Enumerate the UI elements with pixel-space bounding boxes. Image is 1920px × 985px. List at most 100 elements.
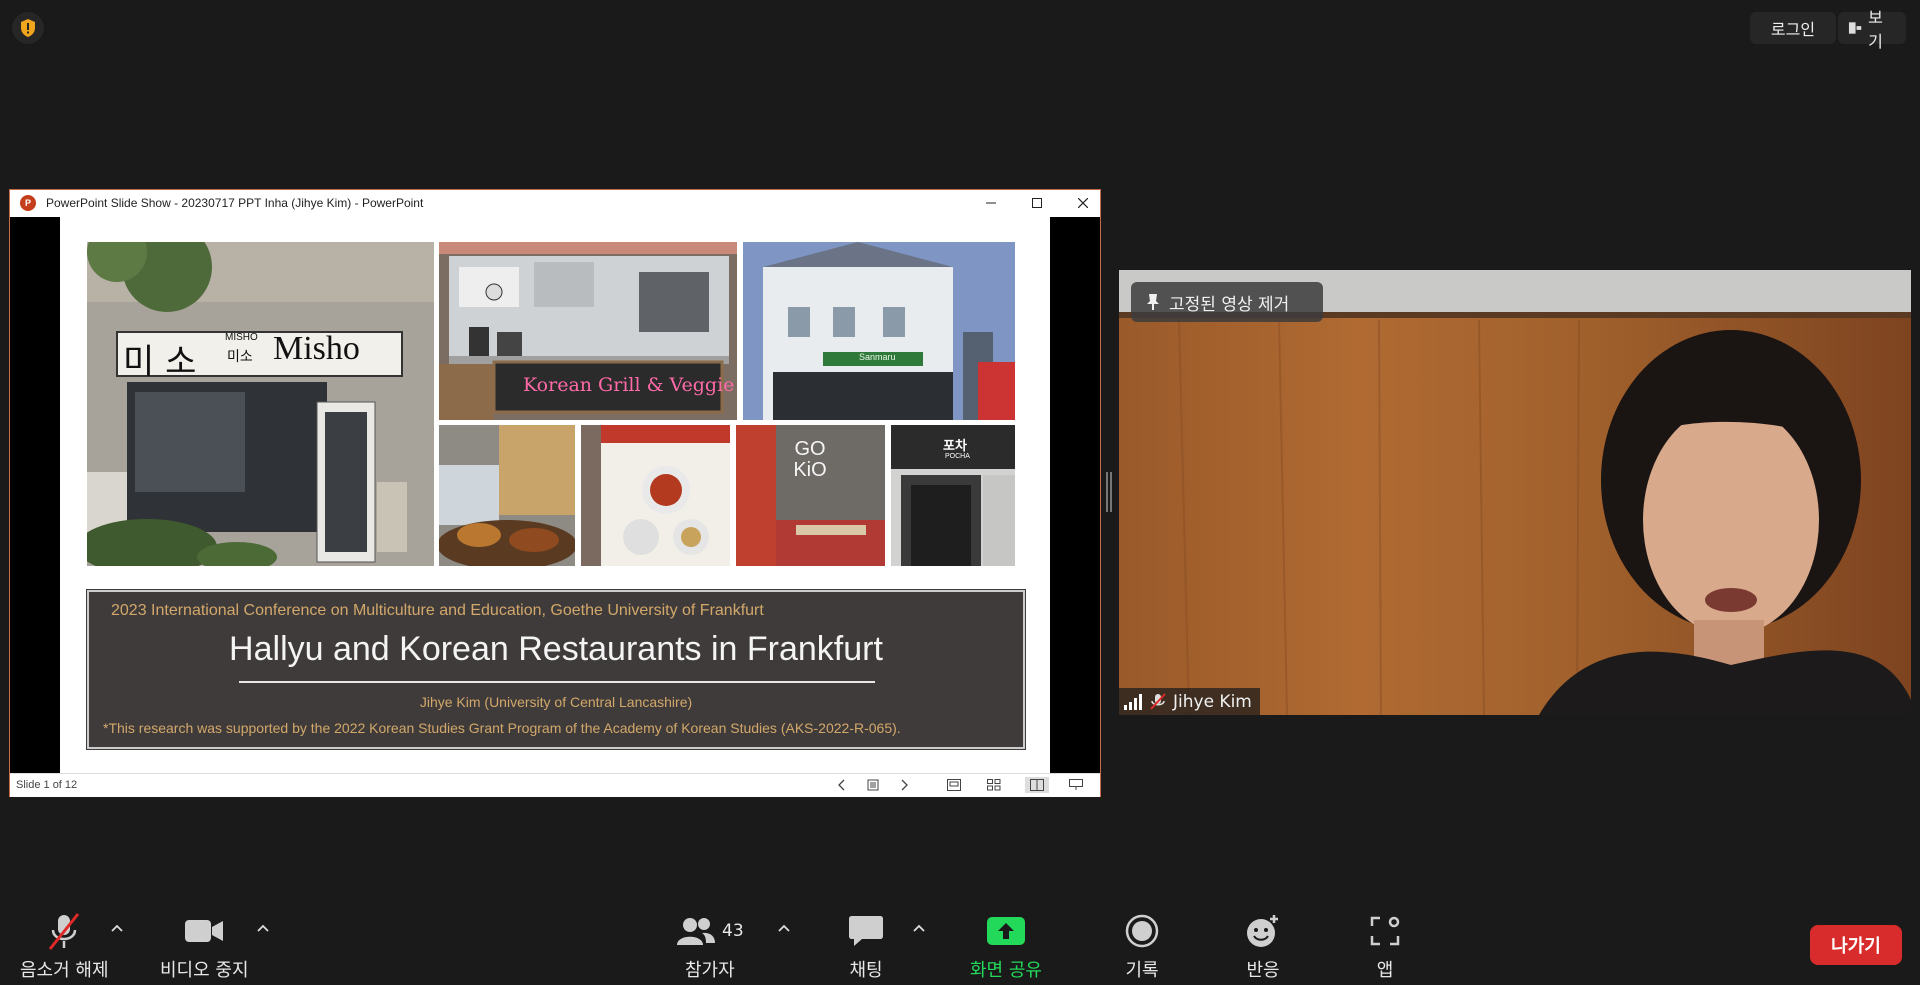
- participant-name-tag: Jihye Kim: [1119, 688, 1260, 715]
- maximize-icon: [1032, 198, 1042, 208]
- photo-fried-chicken-menu: [581, 425, 730, 566]
- slide-sorter-button[interactable]: [985, 777, 1003, 793]
- powerpoint-statusbar: Slide 1 of 12: [10, 773, 1100, 797]
- microphone-muted-icon: [1150, 692, 1166, 710]
- reactions-label: 반응: [1246, 960, 1280, 981]
- slide-counter: Slide 1 of 12: [16, 779, 78, 791]
- chevron-up-icon: [778, 924, 790, 932]
- slideshow-view-button[interactable]: [1067, 777, 1085, 793]
- misho-korean-sign: 미 소: [123, 342, 197, 382]
- slide-title: Hallyu and Korean Restaurants in Frankfu…: [229, 630, 883, 668]
- close-button[interactable]: [1060, 190, 1106, 216]
- share-screen-icon: [986, 917, 1025, 945]
- title-underline: [239, 681, 875, 683]
- misho-small-ko: 미소: [227, 349, 253, 365]
- chevron-right-icon: [901, 779, 908, 791]
- microphone-muted-icon: [49, 913, 80, 950]
- support-note: *This research was supported by the 2022…: [103, 720, 901, 736]
- stop-video-button[interactable]: 비디오 중지: [160, 910, 249, 982]
- slide-title-box: 2023 International Conference on Multicu…: [86, 589, 1026, 750]
- close-icon: [1078, 198, 1088, 208]
- photo-misho-restaurant: 미 소 MISHO 미소 Misho: [87, 242, 434, 566]
- slideshow-area: 미 소 MISHO 미소 Misho Korean Grill & Veggie…: [10, 217, 1100, 773]
- sanmaru-sign: Sanmaru: [859, 352, 896, 362]
- video-camera-icon: [185, 920, 224, 942]
- participants-count: 43: [722, 921, 744, 941]
- misho-en-sign: Misho: [273, 330, 360, 367]
- participants-label: 참가자: [684, 960, 735, 981]
- participant-video[interactable]: [1119, 270, 1911, 715]
- chevron-up-icon: [111, 924, 123, 932]
- powerpoint-titlebar[interactable]: P PowerPoint Slide Show - 20230717 PPT I…: [10, 190, 1100, 216]
- powerpoint-logo-icon: P: [20, 195, 36, 211]
- signal-strength-icon: [1124, 693, 1142, 710]
- chat-label: 채팅: [849, 960, 883, 981]
- login-button[interactable]: 로그인: [1750, 12, 1836, 44]
- record-button[interactable]: 기록: [1125, 910, 1159, 982]
- previous-slide-button[interactable]: [832, 777, 850, 793]
- unpin-video-button[interactable]: 고정된 영상 제거: [1131, 282, 1323, 322]
- pin-icon: [1147, 294, 1159, 310]
- author-text: Jihye Kim (University of Central Lancash…: [419, 694, 693, 710]
- shield-alert-icon: [21, 19, 35, 37]
- participants-button[interactable]: 43 참가자: [676, 910, 744, 982]
- participant-name: Jihye Kim: [1173, 691, 1252, 712]
- view-button[interactable]: 보기: [1838, 8, 1906, 51]
- participants-icon: [677, 918, 715, 945]
- minimize-button[interactable]: [968, 190, 1014, 216]
- reading-view-icon: [1030, 779, 1044, 791]
- view-label: 보기: [1868, 8, 1883, 51]
- video-options-caret[interactable]: [256, 921, 270, 935]
- login-label: 로그인: [1770, 20, 1816, 39]
- stop-video-label: 비디오 중지: [160, 960, 249, 981]
- leave-meeting-button[interactable]: 나가기: [1810, 925, 1902, 965]
- chevron-left-icon: [838, 779, 845, 791]
- grill-veggie-sign: Korean Grill & Veggie: [523, 374, 735, 396]
- chat-bubble-icon: [849, 916, 883, 946]
- audio-options-caret[interactable]: [110, 921, 124, 935]
- photo-restaurant-interior: [439, 425, 575, 566]
- reading-view-button[interactable]: [1025, 777, 1049, 793]
- record-icon: [1125, 914, 1159, 948]
- window-title: PowerPoint Slide Show - 20230717 PPT Inh…: [46, 196, 424, 210]
- normal-view-icon: [947, 779, 961, 791]
- slide-list-button[interactable]: [864, 777, 882, 793]
- photo-pocha: 포차 POCHA: [891, 425, 1015, 566]
- unpin-label: 고정된 영상 제거: [1169, 294, 1290, 315]
- apps-icon: [1370, 916, 1400, 946]
- share-screen-button[interactable]: 화면 공유: [970, 910, 1042, 982]
- unmute-label: 음소거 해제: [20, 960, 109, 981]
- misho-small-en: MISHO: [225, 332, 258, 343]
- chevron-up-icon: [257, 924, 269, 932]
- conference-text: 2023 International Conference on Multicu…: [111, 602, 764, 619]
- gokio-sign: GO KiO: [793, 438, 827, 481]
- chat-options-caret[interactable]: [912, 921, 926, 935]
- slideshow-icon: [1069, 779, 1083, 790]
- unmute-button[interactable]: 음소거 해제: [20, 910, 109, 982]
- photo-sanmaru-building: Sanmaru: [743, 242, 1015, 420]
- view-layout-icon: [1848, 22, 1862, 34]
- pocha-korean-sign: 포차: [943, 439, 967, 454]
- normal-view-button[interactable]: [945, 777, 963, 793]
- security-shield-button[interactable]: [12, 12, 44, 44]
- minimize-icon: [986, 202, 996, 204]
- slide-sorter-icon: [987, 779, 1001, 791]
- record-label: 기록: [1125, 960, 1159, 981]
- share-screen-label: 화면 공유: [970, 960, 1042, 981]
- reactions-button[interactable]: 반응: [1245, 910, 1281, 982]
- next-slide-button[interactable]: [896, 777, 914, 793]
- photo-gokio: GO KiO: [736, 425, 885, 566]
- apps-button[interactable]: 앱: [1370, 910, 1400, 982]
- pocha-en-sign: POCHA: [945, 453, 970, 460]
- chevron-up-icon: [913, 924, 925, 932]
- apps-label: 앱: [1376, 960, 1394, 981]
- slide: 미 소 MISHO 미소 Misho Korean Grill & Veggie…: [60, 217, 1050, 773]
- slide-list-icon: [867, 779, 879, 791]
- panel-resize-handle[interactable]: [1106, 472, 1112, 512]
- powerpoint-window: P PowerPoint Slide Show - 20230717 PPT I…: [9, 189, 1101, 797]
- photo-grill-veggie-truck: Korean Grill & Veggie: [439, 242, 737, 420]
- participants-options-caret[interactable]: [777, 921, 791, 935]
- maximize-button[interactable]: [1014, 190, 1060, 216]
- chat-button[interactable]: 채팅: [848, 910, 884, 982]
- reaction-smiley-icon: [1247, 915, 1278, 947]
